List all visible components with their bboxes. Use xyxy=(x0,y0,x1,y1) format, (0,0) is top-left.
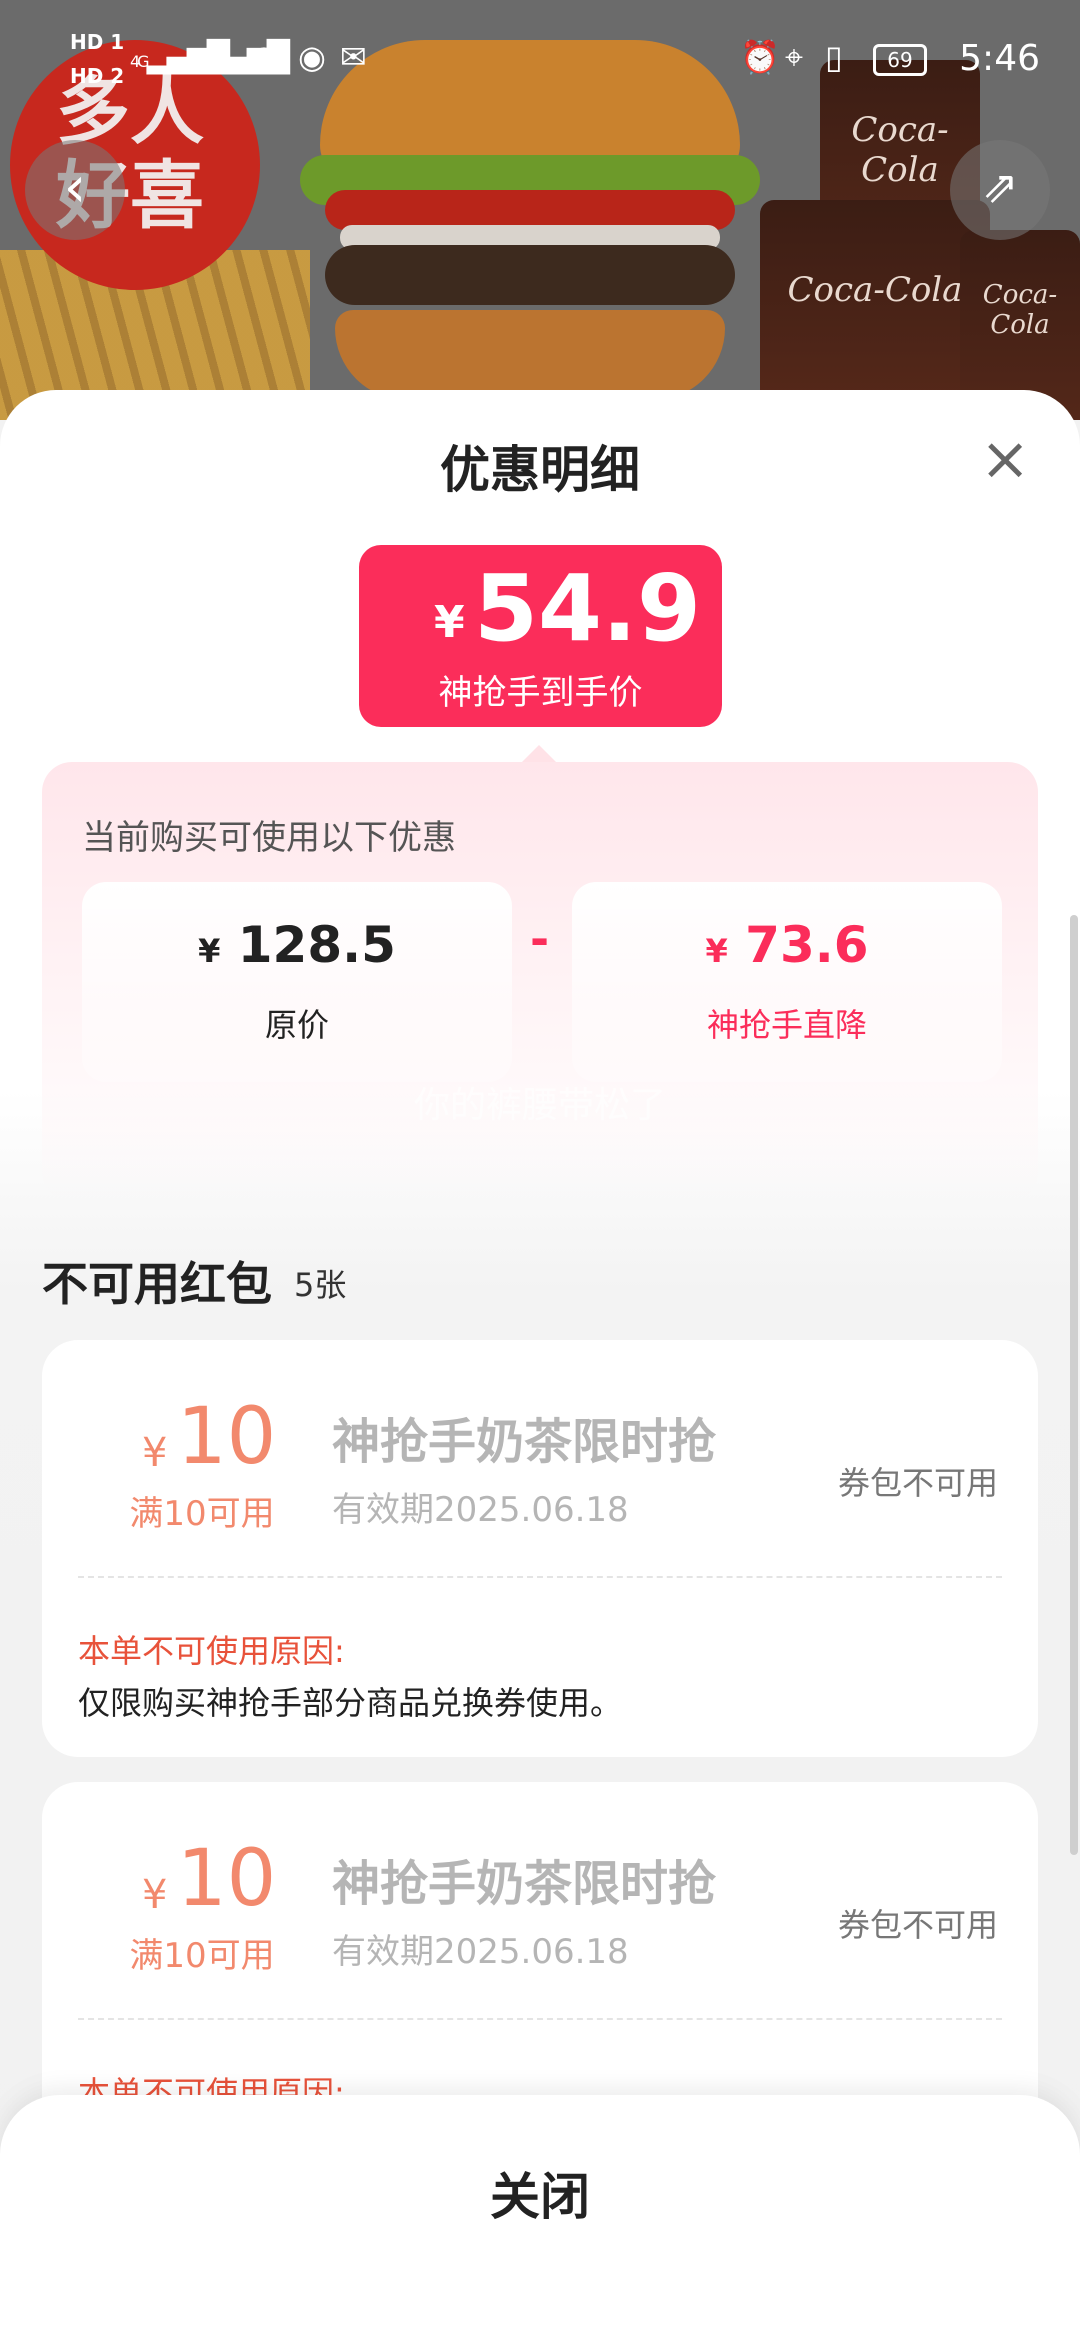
reason-title: 本单不可使用原因: xyxy=(78,1632,345,1670)
vibrate-icon: ▯ xyxy=(825,38,843,76)
discount-value: 73.6 xyxy=(745,916,869,974)
price-pointer xyxy=(521,745,557,763)
back-button[interactable]: ‹ xyxy=(25,140,125,240)
original-price-card: ¥ 128.5 原价 xyxy=(82,882,512,1082)
unavailable-section-title: 不可用红包 xyxy=(42,1257,272,1311)
offer-hint: 当前购买可使用以下优惠 xyxy=(82,818,456,858)
dashed-divider xyxy=(78,2018,1002,2020)
currency-symbol: ¥ xyxy=(198,932,221,970)
coupon-status: 券包不可用 xyxy=(837,1464,998,1502)
coupon-condition: 满10可用 xyxy=(129,1494,275,1534)
original-price-label: 原价 xyxy=(264,1006,329,1044)
alarm-icon: ⏰ xyxy=(740,38,780,76)
minus-sign: - xyxy=(530,912,550,966)
hd1-indicator: HD 1 xyxy=(70,30,125,54)
coupon-condition: 满10可用 xyxy=(129,1936,275,1976)
share-button[interactable]: ⇗ xyxy=(950,140,1050,240)
coupon-card[interactable]: ¥ 10 满10可用 神抢手奶茶限时抢 有效期2025.06.18 券包不可用 … xyxy=(42,1340,1038,1757)
discount-card: ¥ 73.6 神抢手直降 xyxy=(572,882,1002,1082)
coupon-name: 神抢手奶茶限时抢 xyxy=(332,1856,717,1912)
status-bar: HD 1 HD 2 4G▂▄▆█ 5G▂▄▆█ ◠ ◉ ✉ ⏰ ⌖ ▯ 69 5… xyxy=(0,0,1080,120)
coupon-amount: 10 xyxy=(177,1392,277,1482)
final-price-box: ¥ 54.9 神抢手到手价 xyxy=(359,545,722,727)
location-icon: ⌖ xyxy=(785,38,804,76)
currency-symbol: ¥ xyxy=(434,597,465,648)
close-icon: × xyxy=(980,424,1031,494)
coupon-validity: 有效期2025.06.18 xyxy=(332,1490,629,1530)
discount-detail-sheet: 优惠明细 × ¥ 54.9 神抢手到手价 当前购买可使用以下优惠 ¥ 128.5… xyxy=(0,390,1080,2340)
close-sheet-button[interactable]: 关闭 xyxy=(0,2157,1080,2229)
hd2-indicator: HD 2 xyxy=(70,64,125,88)
share-icon: ⇗ xyxy=(981,162,1019,213)
currency-symbol: ¥ xyxy=(705,932,728,970)
privacy-icon: ◉ xyxy=(298,38,326,76)
final-price-value: 54.9 xyxy=(474,555,701,662)
original-price-value: 128.5 xyxy=(237,916,396,974)
scrollbar[interactable] xyxy=(1070,915,1078,1855)
clock: 5:46 xyxy=(959,38,1040,79)
offer-summary: 当前购买可使用以下优惠 ¥ 128.5 原价 - ¥ 73.6 神抢手直降 xyxy=(42,762,1038,1202)
close-button[interactable]: × xyxy=(980,429,1030,489)
final-price-label: 神抢手到手价 xyxy=(438,673,643,713)
battery-icon: 69 xyxy=(873,44,927,76)
discount-label: 神抢手直降 xyxy=(706,1006,867,1044)
dashed-divider xyxy=(78,1576,1002,1578)
coupon-currency: ¥ xyxy=(142,1872,168,1918)
watermark-text: 你的裤腰带松了 xyxy=(413,1085,666,1126)
cola-cup-2: Coca-Cola xyxy=(760,200,990,420)
sheet-title: 优惠明细 xyxy=(440,441,640,499)
coupon-amount: 10 xyxy=(177,1834,277,1924)
wifi-icon: ◠ xyxy=(250,38,278,76)
chevron-left-icon: ‹ xyxy=(63,155,87,220)
coupon-validity: 有效期2025.06.18 xyxy=(332,1932,629,1972)
wechat-icon: ✉ xyxy=(340,38,367,76)
bottom-action-bar: 关闭 xyxy=(0,2095,1080,2340)
reason-text: 仅限购买神抢手部分商品兑换券使用。 xyxy=(78,1684,623,1722)
coupon-currency: ¥ xyxy=(142,1430,168,1476)
unavailable-count: 5张 xyxy=(294,1266,347,1304)
coupon-status: 券包不可用 xyxy=(837,1906,998,1944)
coupon-name: 神抢手奶茶限时抢 xyxy=(332,1414,717,1470)
